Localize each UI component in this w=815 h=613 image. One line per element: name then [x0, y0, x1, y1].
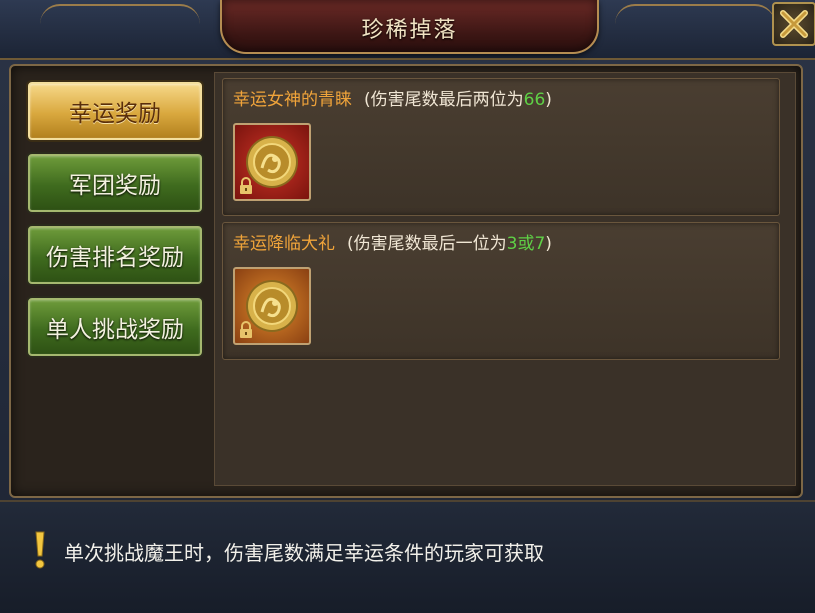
reward-name: 幸运女神的青睐 — [233, 90, 352, 110]
condition-text: (伤害尾数最后两位为 — [364, 90, 524, 110]
condition-value: 3或7 — [506, 234, 546, 254]
lock-icon — [240, 177, 252, 194]
condition-text: (伤害尾数最后一位为 — [347, 234, 507, 254]
exclamation-icon — [35, 531, 45, 569]
reward-row: 幸运女神的青睐 (伤害尾数最后两位为66) — [222, 78, 780, 216]
condition-value: 66 — [523, 90, 546, 110]
close-icon — [780, 10, 808, 38]
tab-damage-rank-reward[interactable]: 伤害排名奖励 — [28, 226, 202, 284]
close-button[interactable] — [772, 2, 815, 46]
title-plate: 珍稀掉落 — [220, 0, 599, 54]
tab-solo-challenge-reward[interactable]: 单人挑战奖励 — [28, 298, 202, 356]
tip-text: 单次挑战魔王时，伤害尾数满足幸运条件的玩家可获取 — [64, 541, 544, 565]
title-decoration-right — [615, 4, 775, 24]
reward-item-slot[interactable] — [233, 123, 311, 201]
reward-header: 幸运女神的青睐 (伤害尾数最后两位为66) — [233, 85, 552, 110]
dialog-window: 珍稀掉落 幸运奖励 军团奖励 伤害排名奖励 单人挑战奖励 幸运女神的青睐 (伤害尾… — [0, 0, 815, 613]
reward-item-slot[interactable] — [233, 267, 311, 345]
reward-row: 幸运降临大礼 (伤害尾数最后一位为3或7) — [222, 222, 780, 360]
dialog-title: 珍稀掉落 — [361, 18, 458, 43]
lock-icon — [240, 321, 252, 338]
condition-close: ) — [545, 234, 552, 254]
reward-condition: (伤害尾数最后一位为3或7) — [347, 234, 552, 254]
tab-lucky-reward[interactable]: 幸运奖励 — [28, 82, 202, 140]
condition-close: ) — [545, 90, 552, 110]
tab-label: 伤害排名奖励 — [46, 245, 184, 271]
tab-label: 军团奖励 — [69, 173, 161, 199]
tab-label: 单人挑战奖励 — [46, 317, 184, 343]
tab-legion-reward[interactable]: 军团奖励 — [28, 154, 202, 212]
tab-label: 幸运奖励 — [69, 101, 161, 127]
reward-name: 幸运降临大礼 — [233, 234, 335, 254]
title-bar: 珍稀掉落 — [0, 0, 815, 60]
reward-condition: (伤害尾数最后两位为66) — [364, 90, 552, 110]
reward-header: 幸运降临大礼 (伤害尾数最后一位为3或7) — [233, 229, 552, 254]
title-decoration-left — [40, 4, 200, 24]
